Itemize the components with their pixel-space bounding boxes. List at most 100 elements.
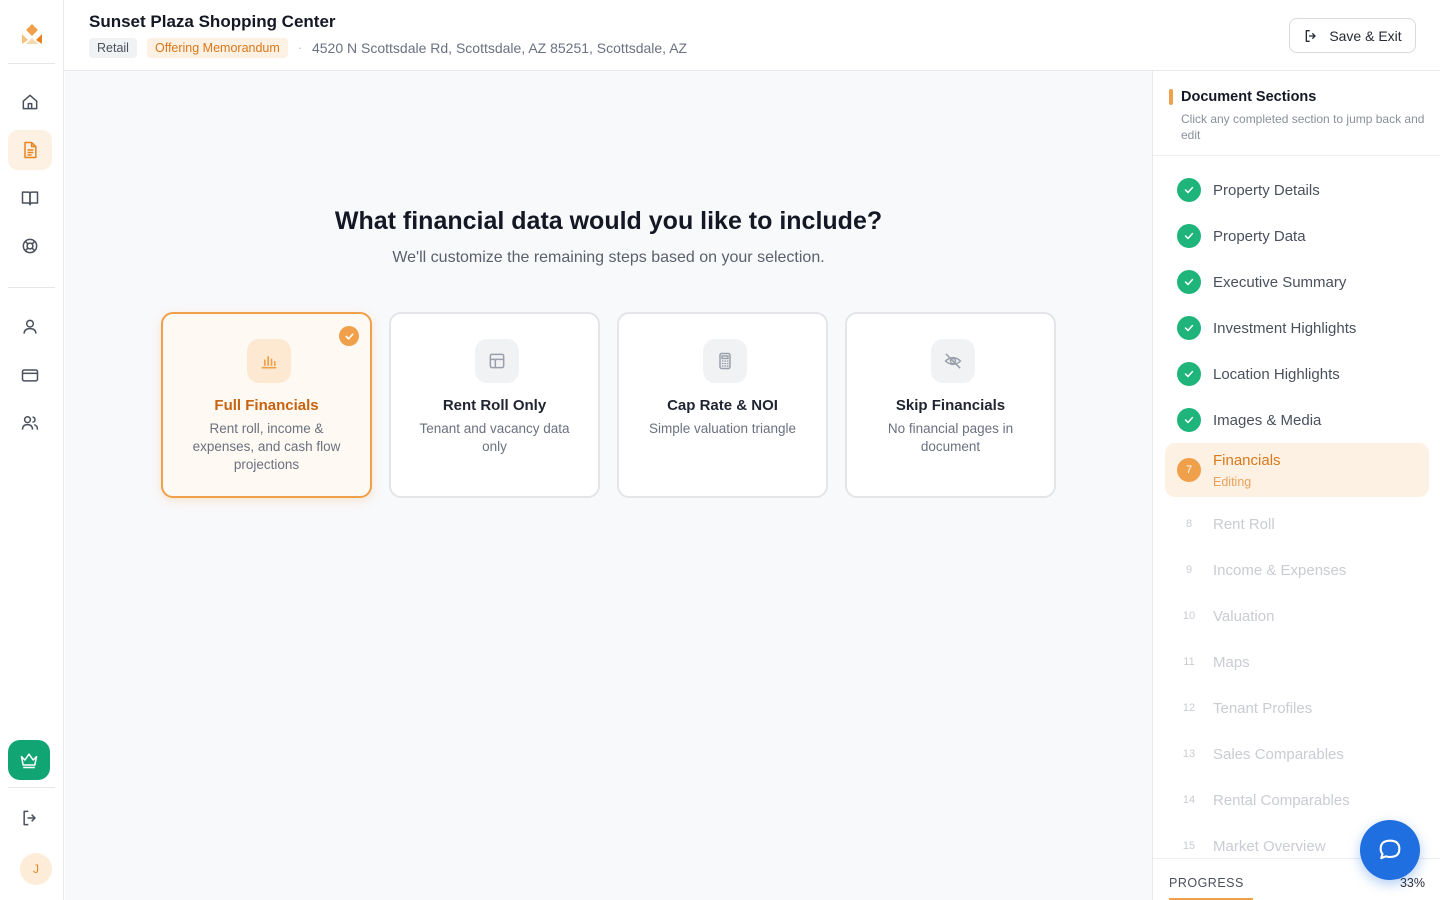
option-cap-rate-noi[interactable]: Cap Rate & NOI Simple valuation triangle — [617, 312, 828, 498]
rail-divider — [8, 287, 55, 288]
calculator-icon — [703, 339, 747, 383]
section-item[interactable]: Property Details — [1165, 167, 1429, 213]
section-item: 14 Rental Comparables — [1165, 777, 1429, 823]
section-item[interactable]: Location Highlights — [1165, 351, 1429, 397]
section-label: Location Highlights — [1213, 365, 1340, 383]
section-label: Property Details — [1213, 181, 1320, 199]
chat-icon — [1379, 839, 1401, 860]
user-icon[interactable] — [8, 307, 52, 347]
document-icon[interactable] — [8, 130, 52, 170]
option-title: Skip Financials — [895, 397, 1006, 414]
section-label: Maps — [1213, 653, 1250, 671]
property-address: 4520 N Scottsdale Rd, Scottsdale, AZ 852… — [311, 40, 688, 56]
top-header: Sunset Plaza Shopping Center Retail Offe… — [64, 0, 1440, 71]
option-title: Full Financials — [214, 397, 319, 414]
section-number: 9 — [1185, 564, 1193, 576]
option-description: Simple valuation triangle — [648, 421, 797, 436]
question-subtitle: We'll customize the remaining steps base… — [392, 249, 825, 266]
section-label: Market Overview — [1213, 837, 1326, 855]
section-item[interactable]: Investment Highlights — [1165, 305, 1429, 351]
left-rail: J — [0, 0, 64, 900]
section-number: 15 — [1182, 840, 1196, 852]
option-description: Tenant and vacancy data only — [419, 421, 570, 454]
section-label: Rental Comparables — [1213, 791, 1350, 809]
section-label: Rent Roll — [1213, 515, 1275, 533]
section-item: 8 Rent Roll — [1165, 501, 1429, 547]
section-label: Executive Summary — [1213, 273, 1347, 291]
option-description: No financial pages in document — [887, 421, 1014, 454]
users-icon[interactable] — [8, 403, 52, 443]
section-item: 13 Sales Comparables — [1165, 731, 1429, 777]
option-rent-roll-only[interactable]: Rent Roll Only Tenant and vacancy data o… — [389, 312, 600, 498]
meta-separator: · — [297, 41, 302, 55]
section-label: Investment Highlights — [1213, 319, 1357, 337]
section-item[interactable]: Images & Media — [1165, 397, 1429, 443]
sections-panel: Document Sections Click any completed se… — [1152, 71, 1440, 900]
section-item: 12 Tenant Profiles — [1165, 685, 1429, 731]
section-item: 10 Valuation — [1165, 593, 1429, 639]
selected-check-icon — [339, 326, 359, 346]
main-content: What financial data would you like to in… — [65, 71, 1152, 900]
section-number: 14 — [1182, 794, 1196, 806]
section-number: 7 — [1177, 458, 1201, 482]
check-icon — [1177, 270, 1201, 294]
progress-value: 33% — [1399, 876, 1425, 890]
section-number: 8 — [1185, 518, 1193, 530]
option-title: Rent Roll Only — [442, 397, 547, 414]
panel-description: Click any completed section to jump back… — [1181, 112, 1425, 142]
section-status: Editing — [1213, 475, 1252, 489]
section-number: 13 — [1182, 748, 1196, 760]
option-skip-financials[interactable]: Skip Financials No financial pages in do… — [845, 312, 1056, 498]
check-icon — [1177, 362, 1201, 386]
chat-button[interactable] — [1360, 820, 1420, 880]
section-item: 11 Maps — [1165, 639, 1429, 685]
save-exit-button[interactable]: Save & Exit — [1289, 18, 1416, 53]
upgrade-button[interactable] — [8, 740, 50, 780]
section-item[interactable]: Property Data — [1165, 213, 1429, 259]
bar-chart-icon — [247, 339, 291, 383]
exit-icon — [1305, 29, 1316, 42]
eye-off-icon — [931, 339, 975, 383]
section-label: Tenant Profiles — [1213, 699, 1313, 717]
section-item: 9 Income & Expenses — [1165, 547, 1429, 593]
logout-icon[interactable] — [8, 798, 52, 838]
section-label: Financials — [1213, 452, 1281, 469]
lifebuoy-icon[interactable] — [8, 226, 52, 266]
avatar[interactable]: J — [20, 853, 52, 885]
property-type-badge: Retail — [89, 38, 137, 58]
home-icon[interactable] — [8, 82, 52, 122]
section-number: 10 — [1182, 610, 1196, 622]
option-full-financials[interactable]: Full Financials Rent roll, income & expe… — [161, 312, 372, 498]
rail-divider — [8, 63, 55, 64]
document-type-badge: Offering Memorandum — [146, 38, 288, 58]
book-icon[interactable] — [8, 178, 52, 218]
table-icon — [475, 339, 519, 383]
check-icon — [1177, 408, 1201, 432]
rail-divider — [8, 787, 55, 788]
question-title: What financial data would you like to in… — [334, 207, 883, 235]
header-meta: Retail Offering Memorandum · 4520 N Scot… — [89, 38, 687, 58]
option-title: Cap Rate & NOI — [667, 397, 778, 414]
section-number: 11 — [1183, 656, 1195, 668]
check-icon — [1177, 178, 1201, 202]
card-icon[interactable] — [8, 355, 52, 395]
check-icon — [1177, 224, 1201, 248]
section-item[interactable]: Executive Summary — [1165, 259, 1429, 305]
section-label: Income & Expenses — [1213, 561, 1347, 579]
option-description: Rent roll, income & expenses, and cash f… — [192, 421, 341, 472]
section-label: Property Data — [1213, 227, 1306, 245]
app-logo[interactable] — [18, 20, 46, 48]
section-label: Valuation — [1213, 607, 1275, 625]
check-icon — [1177, 316, 1201, 340]
progress-label: PROGRESS — [1169, 876, 1244, 890]
panel-heading: Document Sections — [1181, 89, 1317, 105]
heading-accent-bar — [1169, 89, 1173, 105]
section-label: Images & Media — [1213, 411, 1322, 429]
section-number: 12 — [1182, 702, 1196, 714]
panel-divider — [1153, 155, 1440, 156]
save-exit-label: Save & Exit — [1329, 27, 1402, 44]
section-label: Sales Comparables — [1213, 745, 1344, 763]
page-title: Sunset Plaza Shopping Center — [89, 12, 336, 31]
section-item[interactable]: 7 Financials Editing — [1165, 443, 1429, 497]
crown-icon — [20, 753, 38, 769]
